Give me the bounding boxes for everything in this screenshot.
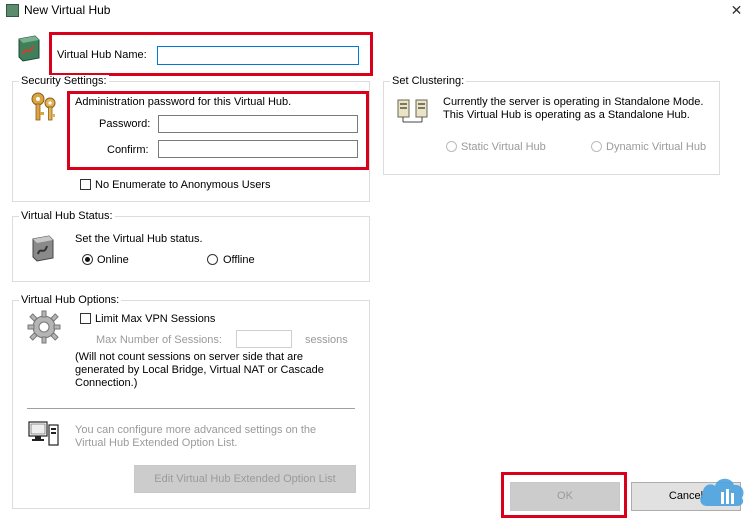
status-label: Virtual Hub Status: xyxy=(19,210,115,222)
cloud-logo-icon xyxy=(697,472,747,512)
options-label: Virtual Hub Options: xyxy=(19,294,122,306)
computer-icon xyxy=(28,419,60,449)
online-label: Online xyxy=(97,254,129,266)
status-description: Set the Virtual Hub status. xyxy=(75,233,203,245)
edit-extended-options-button[interactable]: Edit Virtual Hub Extended Option List xyxy=(134,465,356,493)
hub-icon xyxy=(16,34,42,62)
clustering-line1: Currently the server is operating in Sta… xyxy=(443,96,704,108)
password-input[interactable] xyxy=(158,115,358,133)
static-hub-radio[interactable] xyxy=(446,141,457,152)
max-sessions-label: Max Number of Sessions: xyxy=(96,334,222,346)
title-bar: New Virtual Hub ✕ xyxy=(0,0,755,22)
status-group xyxy=(12,216,370,282)
hub-name-label: Virtual Hub Name: xyxy=(57,49,147,61)
sessions-unit-label: sessions xyxy=(305,334,348,346)
limit-sessions-label: Limit Max VPN Sessions xyxy=(95,313,216,325)
ok-button[interactable]: OK xyxy=(510,482,620,511)
gear-icon xyxy=(27,310,61,344)
no-enumerate-label: No Enumerate to Anonymous Users xyxy=(95,179,271,191)
clustering-label: Set Clustering: xyxy=(390,75,467,87)
dynamic-hub-radio[interactable] xyxy=(591,141,602,152)
security-description: Administration password for this Virtual… xyxy=(75,96,292,108)
sessions-note-line3: Connection.) xyxy=(75,377,138,389)
keys-icon xyxy=(28,90,60,124)
dynamic-hub-label: Dynamic Virtual Hub xyxy=(606,141,707,153)
close-button[interactable]: ✕ xyxy=(718,0,755,22)
status-hub-icon xyxy=(30,234,56,262)
offline-radio[interactable] xyxy=(207,254,218,265)
advanced-line1: You can configure more advanced settings… xyxy=(75,424,317,436)
advanced-line2: Virtual Hub Extended Option List. xyxy=(75,437,238,449)
window-app-icon xyxy=(6,4,19,17)
static-hub-label: Static Virtual Hub xyxy=(461,141,546,153)
offline-label: Offline xyxy=(223,254,255,266)
no-enumerate-checkbox[interactable] xyxy=(80,179,91,190)
window-title: New Virtual Hub xyxy=(24,3,111,17)
options-separator xyxy=(27,408,355,409)
clustering-line2: This Virtual Hub is operating as a Stand… xyxy=(443,109,690,121)
limit-sessions-checkbox[interactable] xyxy=(80,313,91,324)
password-label: Password: xyxy=(99,118,151,130)
confirm-input[interactable] xyxy=(158,140,358,158)
sessions-note-line2: generated by Local Bridge, Virtual NAT o… xyxy=(75,364,324,376)
sessions-note-line1: (Will not count sessions on server side … xyxy=(75,351,304,363)
online-radio[interactable] xyxy=(82,254,93,265)
cluster-icon xyxy=(396,97,430,125)
hub-name-input[interactable] xyxy=(157,46,359,65)
confirm-label: Confirm: xyxy=(107,144,149,156)
max-sessions-input[interactable] xyxy=(236,330,292,348)
security-settings-label: Security Settings: xyxy=(19,75,109,87)
